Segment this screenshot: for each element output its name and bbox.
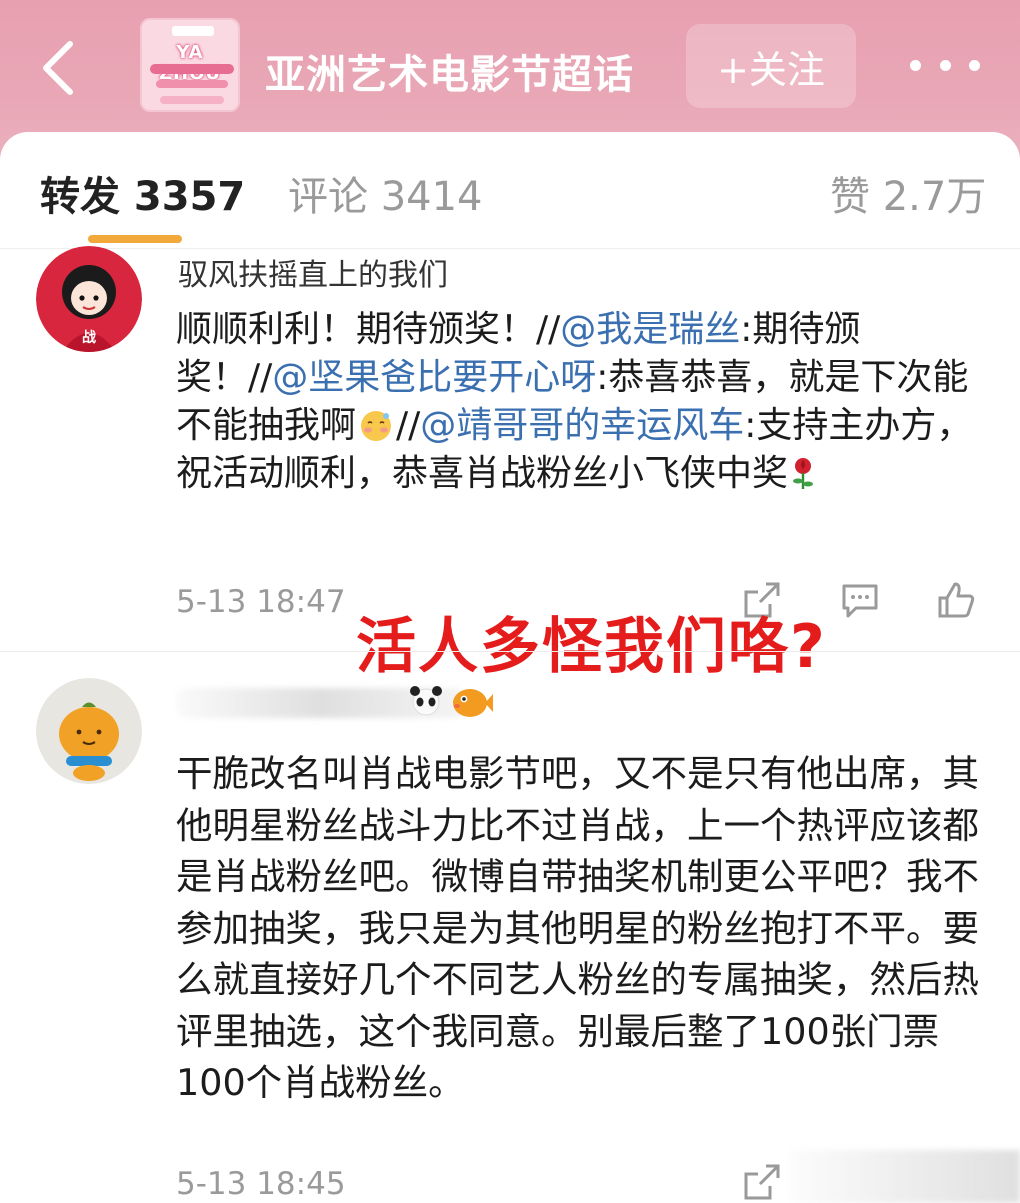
supertopic-logo[interactable]: YA ZHOU [140, 18, 240, 112]
back-button[interactable] [28, 36, 88, 100]
fish-emoji-icon [453, 689, 493, 717]
mention-link[interactable]: @靖哥哥的幸运风车 [420, 405, 744, 446]
post-author[interactable]: 驭风扶摇直上的我们 [178, 250, 448, 294]
tab-like[interactable]: 赞 2.7万 [830, 164, 986, 222]
page-title: 亚洲艺术电影节超话 [265, 52, 634, 98]
share-icon[interactable] [740, 1160, 784, 1203]
post-body: 干脆改名叫肖战电影节吧，又不是只有他出席，其他明星粉丝战斗力比不过肖战，上一个热… [176, 752, 979, 1104]
follow-button[interactable]: +关注 [686, 24, 856, 108]
comment-icon[interactable] [838, 578, 882, 622]
post-time: 5-13 18:45 [176, 1166, 346, 1202]
post-body: 顺顺利利！期待颁奖！//@我是瑞丝:期待颁奖！//@坚果爸比要开心呀:恭喜恭喜，… [176, 309, 973, 494]
more-button[interactable] [910, 45, 980, 85]
tab-bar: 转发 3357 评论 3414 赞 2.7万 [0, 132, 1020, 247]
more-icon [910, 59, 921, 71]
mention-link[interactable]: @坚果爸比要开心呀 [272, 357, 596, 398]
tab-repost[interactable]: 转发 3357 [40, 164, 245, 222]
panda-emoji-icon [410, 686, 442, 716]
shy-emoji-icon [361, 411, 392, 441]
tab-comment[interactable]: 评论 3414 [288, 164, 483, 222]
overlay-caption: 活人多怪我们咯? [356, 612, 827, 682]
svg-text:战: 战 [82, 329, 96, 346]
back-arrow-icon [43, 41, 73, 95]
like-icon[interactable] [934, 578, 978, 622]
rose-emoji-icon [793, 458, 814, 489]
mention-link[interactable]: @我是瑞丝 [560, 309, 740, 350]
avatar[interactable] [36, 678, 142, 784]
blurred-actions [790, 1150, 1020, 1203]
avatar[interactable]: 战 [36, 246, 142, 352]
post-time: 5-13 18:47 [176, 584, 346, 620]
active-tab-indicator [88, 235, 182, 243]
